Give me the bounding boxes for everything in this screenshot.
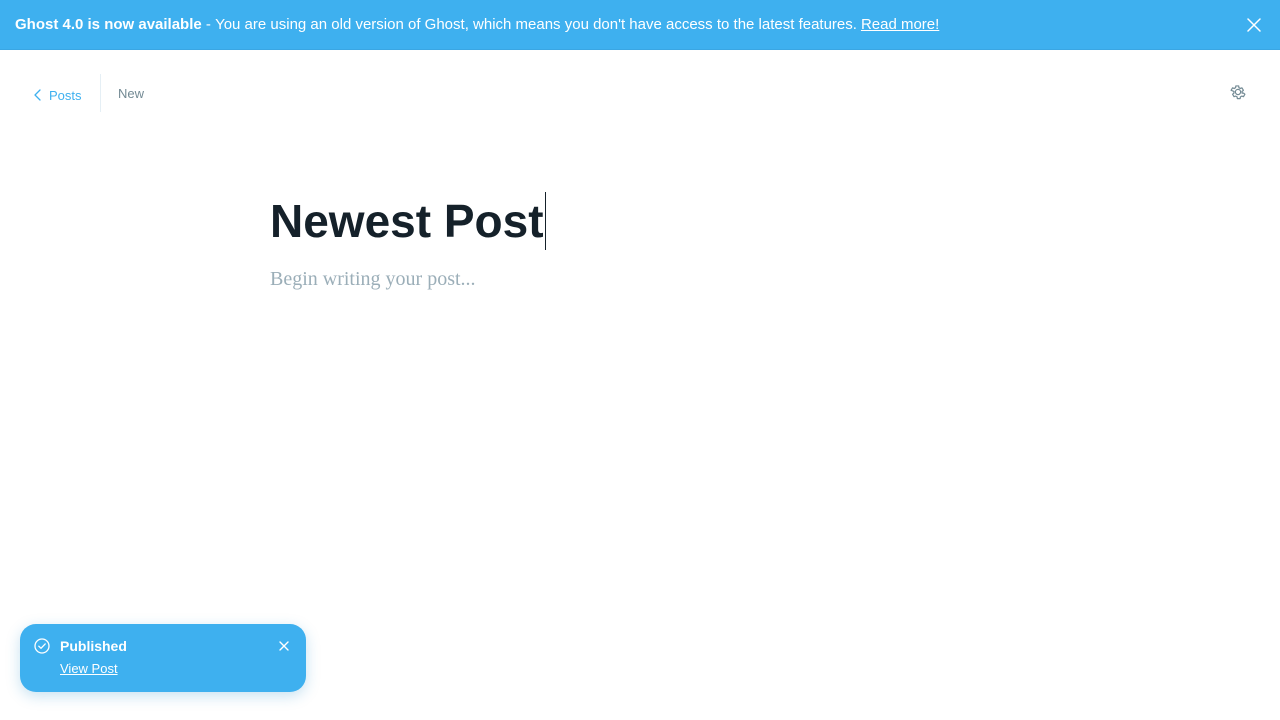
post-status-label: New [118,86,145,101]
banner-close-button[interactable] [1244,15,1264,35]
banner-read-more-link[interactable]: Read more! [861,16,939,33]
header-divider [100,74,101,112]
post-title-text: Newest Post [270,195,544,247]
chevron-left-icon [34,89,41,101]
check-circle-icon [34,638,50,654]
published-notification: Published View Post [20,624,306,692]
back-to-posts-link[interactable]: Posts [34,84,82,106]
back-link-label: Posts [49,87,82,103]
close-icon [1247,18,1261,32]
editor-header: Posts New [0,50,1280,136]
gear-icon [1230,85,1246,100]
post-body-editor[interactable]: Begin writing your post... [270,268,476,291]
text-cursor [544,192,547,250]
upgrade-banner: Ghost 4.0 is now available - You are usi… [0,0,1280,50]
close-icon [279,641,289,651]
post-settings-button[interactable] [1228,82,1248,102]
notification-title: Published [60,638,127,654]
banner-headline: Ghost 4.0 is now available [15,16,202,33]
view-post-link[interactable]: View Post [60,661,118,676]
banner-message: You are using an old version of Ghost, w… [215,16,857,33]
notification-close-button[interactable] [278,640,290,652]
banner-separator: - [201,16,216,33]
post-title-input[interactable]: Newest Post [270,190,1010,252]
